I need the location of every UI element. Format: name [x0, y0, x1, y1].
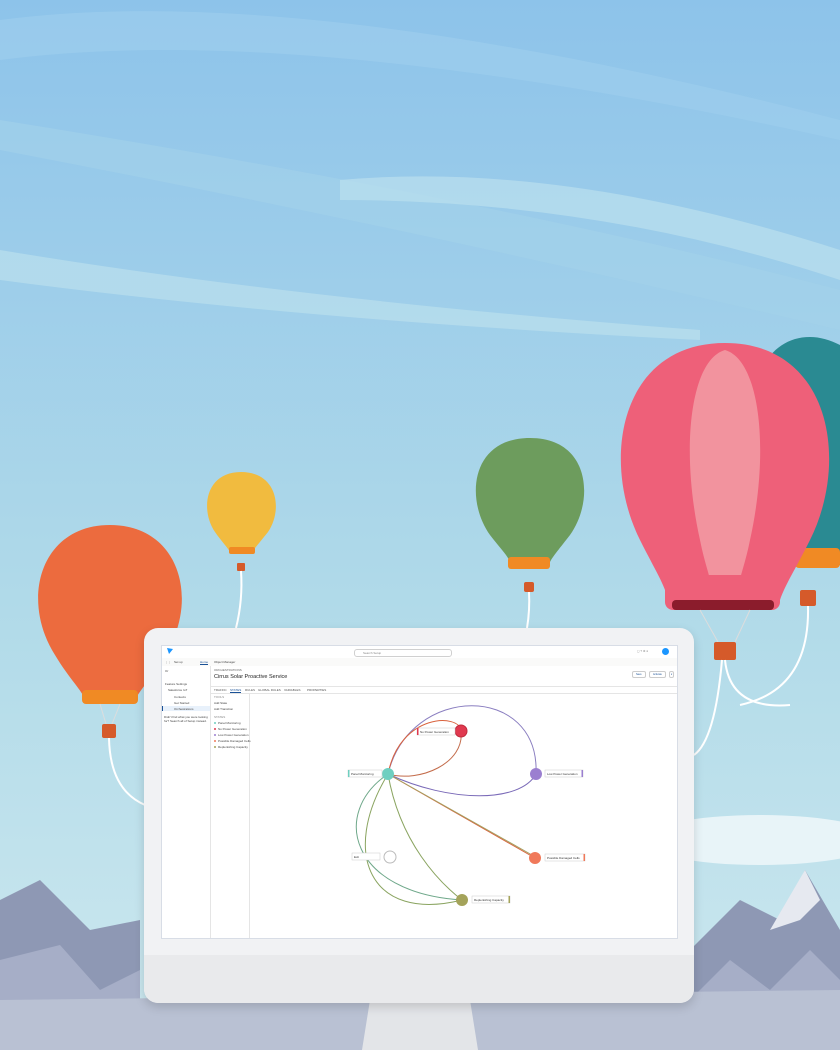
tab-rules[interactable]: RULES — [245, 688, 255, 692]
page-title: Cirrus Solar Proactive Service — [214, 674, 288, 680]
node-label-accent — [348, 770, 350, 777]
add-state-button[interactable]: Add State — [214, 701, 227, 705]
transition-edge — [387, 730, 462, 777]
state-item[interactable]: No Power Generation — [214, 727, 247, 731]
record-header: ORCHESTRATIONS Cirrus Solar Proactive Se… — [211, 666, 677, 687]
state-item-label: Low Power Generation — [218, 733, 249, 737]
state-item-label: Replenishing Capacity — [218, 745, 248, 749]
app-launcher-icon[interactable]: ⋮⋮ — [165, 660, 171, 664]
tools-label: TOOLS — [214, 695, 225, 699]
node-label-accent — [417, 728, 419, 735]
node-label-accent — [508, 896, 510, 903]
setup-label: Set up — [174, 660, 183, 664]
tab-object-manager[interactable]: Object Manager — [214, 660, 235, 664]
app-screen: Search Setup ◻ ? ⚙ ♦ ⋮⋮ Set up Home Obje… — [161, 645, 678, 939]
transition-edge — [387, 773, 537, 797]
more-actions-icon[interactable]: ▾ — [669, 671, 675, 678]
save-button[interactable]: Save — [632, 671, 646, 678]
state-node-damaged-cells — [529, 852, 541, 864]
transition-edge — [364, 773, 463, 905]
transition-edge — [387, 705, 537, 775]
transition-edge — [387, 773, 463, 901]
quick-find-input[interactable]: Or — [165, 669, 168, 673]
node-label: Replenishing Capacity — [474, 898, 504, 902]
state-color-dot — [214, 734, 216, 737]
sidebar-item-get-started[interactable]: Get Started — [174, 701, 189, 705]
node-label: Low Power Generation — [547, 772, 578, 776]
state-diagram-canvas[interactable]: Panel Monitoring No Power Generation Low… — [250, 693, 677, 938]
sidebar-item-contexts[interactable]: Contexts — [174, 695, 186, 699]
node-label: Exit — [354, 855, 359, 859]
state-node-exit — [383, 850, 397, 864]
state-item[interactable]: Replenishing Capacity — [214, 745, 248, 749]
search-input[interactable]: Search Setup — [354, 649, 452, 657]
sidebar-item-orchestrations[interactable]: Orchestrations — [174, 707, 194, 711]
state-node-no-power — [454, 724, 468, 738]
tab-traffic[interactable]: TRAFFIC — [214, 688, 227, 692]
node-label-accent — [583, 854, 585, 861]
state-color-dot — [214, 740, 216, 743]
tab-variables[interactable]: VARIABLES — [284, 688, 300, 692]
sidebar-item-salesforce-iot[interactable]: Salesforce IoT — [168, 688, 187, 692]
state-item[interactable]: Low Power Generation — [214, 733, 249, 737]
state-item-label: Panel Monitoring — [218, 721, 241, 725]
node-label: No Power Generation — [420, 730, 449, 734]
state-item[interactable]: Possible Damaged Cells — [214, 739, 251, 743]
node-label: Panel Monitoring — [351, 772, 374, 776]
state-node-panel-monitoring — [382, 768, 394, 780]
state-item[interactable]: Panel Monitoring — [214, 721, 241, 725]
states-panel: TOOLS Add State Add Transition STATES Pa… — [211, 693, 251, 938]
state-color-dot — [214, 746, 216, 749]
tab-properties[interactable]: PROPERTIES — [307, 688, 326, 692]
avatar[interactable] — [662, 648, 669, 655]
state-item-label: No Power Generation — [218, 727, 247, 731]
setup-sidebar: Or Feature Settings Salesforce IoT Conte… — [162, 666, 211, 938]
node-label-accent — [581, 770, 583, 777]
sidebar-hint: Didn't find what you were looking for? S… — [164, 715, 208, 723]
monitor-chin — [144, 955, 694, 1003]
salesforce-logo-icon — [167, 648, 173, 654]
tab-global-rules[interactable]: GLOBAL RULES — [258, 688, 281, 692]
state-color-dot — [214, 722, 216, 725]
sidebar-item-feature-settings[interactable]: Feature Settings — [165, 682, 187, 686]
add-transition-button[interactable]: Add Transition — [214, 707, 233, 711]
state-node-replenishing — [456, 894, 468, 906]
state-color-dot — [214, 728, 216, 731]
breadcrumb: ORCHESTRATIONS — [214, 668, 242, 672]
tab-home[interactable]: Home — [200, 660, 209, 665]
state-item-label: Possible Damaged Cells — [218, 739, 251, 743]
transition-edge — [387, 773, 533, 856]
node-label: Possible Damaged Cells — [547, 856, 580, 860]
states-label: STATES — [214, 715, 226, 719]
header-icons[interactable]: ◻ ? ⚙ ♦ — [637, 649, 648, 653]
activate-button[interactable]: Activate — [649, 671, 666, 678]
state-node-low-power — [530, 768, 542, 780]
